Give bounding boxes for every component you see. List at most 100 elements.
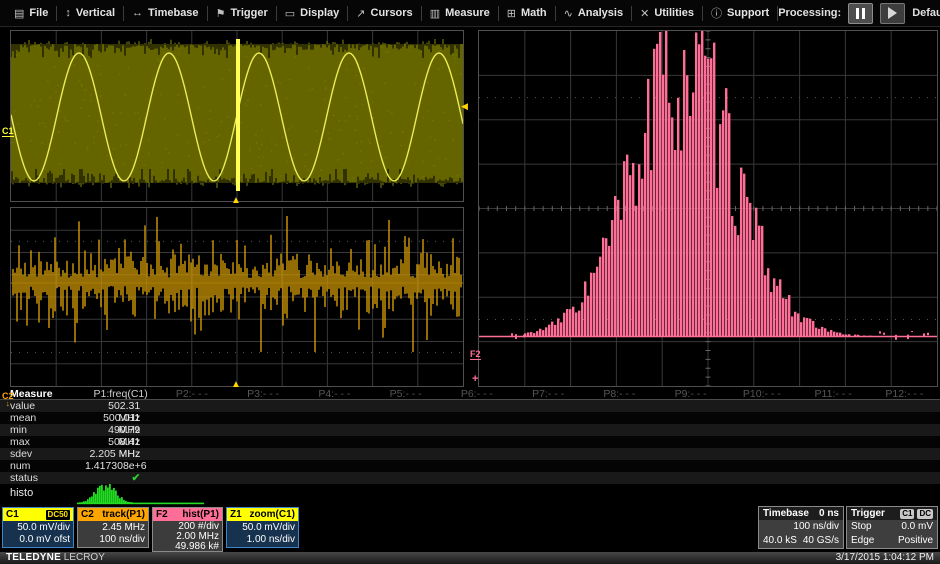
menu-item-label: Display (300, 7, 339, 19)
measure-cell (513, 412, 584, 424)
menu-item-vertical[interactable]: ↕Vertical (57, 0, 123, 27)
measure-column-p7[interactable]: P7:- - - (513, 388, 584, 399)
menu-item-cursors[interactable]: ↗Cursors (348, 0, 420, 27)
measure-column-p6[interactable]: P6:- - - (441, 388, 512, 399)
menu-item-utilities[interactable]: ✕Utilities (632, 0, 702, 27)
measure-cell (869, 424, 940, 436)
c2-offscreen-arrow-icon: ↓ (2, 400, 14, 407)
channel-setting: 50.0 mV/div (230, 522, 295, 534)
channel-box-f2[interactable]: F2hist(P1)200 #/div2.00 MHz49.986 k# (152, 507, 223, 552)
measure-cell (156, 400, 227, 412)
channel-id: Z1 (230, 508, 242, 521)
measure-cell: 500.011 MHz (85, 412, 156, 424)
channel-box-z1[interactable]: Z1zoom(C1)50.0 mV/div1.00 ns/div (226, 507, 299, 548)
channel-box-c2[interactable]: C2track(P1)2.45 MHz100 ns/div (77, 507, 149, 548)
measure-column-p5[interactable]: P5:- - - (370, 388, 441, 399)
trigger-position-marker-bottom[interactable]: ▲ (231, 380, 241, 390)
measure-cell (370, 412, 441, 424)
measure-cell (584, 436, 655, 448)
trigger-position-marker-top[interactable]: ▲ (231, 196, 241, 206)
measure-column-p4[interactable]: P4:- - - (299, 388, 370, 399)
measure-cell (798, 460, 869, 472)
measure-column-p1[interactable]: P1:freq(C1) (85, 388, 156, 399)
measure-row-label: status (0, 472, 85, 484)
measure-cell (299, 400, 370, 412)
measure-column-p10[interactable]: P10:- - - (726, 388, 797, 399)
histo-preview[interactable] (77, 484, 207, 505)
menu-item-file[interactable]: ▤File (6, 0, 56, 27)
measure-cell (655, 436, 726, 448)
measure-column-p2[interactable]: P2:- - - (156, 388, 227, 399)
measure-cell (513, 436, 584, 448)
measure-row-label: mean (0, 412, 85, 424)
measure-column-p9[interactable]: P9:- - - (655, 388, 726, 399)
measure-cell (370, 436, 441, 448)
measure-cell (869, 400, 940, 412)
timebase-offset: 0 ns (819, 507, 839, 520)
channel-function: zoom(C1) (249, 508, 295, 521)
measure-cell (370, 448, 441, 460)
pause-button[interactable] (848, 3, 873, 24)
f2-histogram-panel[interactable] (478, 30, 938, 387)
measure-cell (441, 436, 512, 448)
c2-track-panel[interactable] (10, 207, 464, 387)
measure-column-p8[interactable]: P8:- - - (584, 388, 655, 399)
measure-cell (798, 436, 869, 448)
trigger-box[interactable]: Trigger C1 DC Stop 0.0 mV Edge Positive (846, 506, 938, 549)
measure-row-sdev: sdev2.205 MHz (0, 448, 940, 460)
display-icon: ▭ (285, 7, 295, 20)
c1-level-marker[interactable]: ◀ (461, 101, 468, 111)
measure-column-p12[interactable]: P12:- - - (869, 388, 940, 399)
pause-icon (856, 8, 865, 19)
menu-item-label: Cursors (371, 7, 413, 19)
measure-cell (441, 460, 512, 472)
channel-setting: 49.986 k# (156, 542, 219, 552)
measure-cell (299, 424, 370, 436)
menu-item-support[interactable]: ⓘSupport (703, 0, 777, 27)
menu-item-label: Timebase (148, 7, 199, 19)
measure-cell (156, 424, 227, 436)
menu-item-math[interactable]: ⊞Math (499, 0, 555, 27)
trigger-coupling-badge: DC (917, 509, 933, 519)
f2-origin-marker: + (472, 374, 478, 384)
menu-bar: ▤File↕Vertical↔Timebase⚑Trigger ▭ Display ↗… (0, 0, 940, 27)
menu-item-analysis[interactable]: ∿Analysis (556, 0, 631, 27)
measure-cell (513, 472, 584, 484)
status-bar: TELEDYNE LECROY 3/17/2015 1:04:12 PM (0, 552, 940, 564)
measure-cell (228, 412, 299, 424)
measure-cell (513, 400, 584, 412)
measure-icon: ▥ (430, 7, 440, 20)
timebase-box[interactable]: Timebase 0 ns 100 ns/div 40.0 kS 40 GS/s (758, 506, 844, 549)
measure-cell (798, 400, 869, 412)
measure-column-p11[interactable]: P11:- - - (798, 388, 869, 399)
menu-item-display[interactable]: ▭ Display (277, 0, 348, 27)
measure-cell (156, 472, 227, 484)
c1-waveform-panel[interactable] (10, 30, 464, 202)
c2-trace-label[interactable]: C2 ↓ (2, 393, 14, 407)
measure-cell (655, 400, 726, 412)
menu-item-trigger[interactable]: ⚑Trigger (208, 0, 276, 27)
measure-cell (655, 448, 726, 460)
measure-cell (370, 460, 441, 472)
c1-trace-label[interactable]: C1 (2, 126, 14, 137)
trigger-title: Trigger (851, 507, 885, 520)
play-button[interactable] (880, 3, 905, 24)
measure-cell (228, 424, 299, 436)
measure-cell (655, 460, 726, 472)
measure-row-label: sdev (0, 448, 85, 460)
channel-setting: 2.45 MHz (81, 522, 145, 534)
f2-trace-label[interactable]: F2 (470, 349, 481, 360)
menu-item-measure[interactable]: ▥Measure (422, 0, 498, 27)
channel-id: C1 (6, 508, 19, 521)
menu-item-label: Utilities (654, 7, 694, 19)
measure-cell (441, 424, 512, 436)
measure-cell (584, 460, 655, 472)
menu-item-timebase[interactable]: ↔Timebase (124, 0, 207, 27)
measure-cell (584, 400, 655, 412)
measure-cell (299, 412, 370, 424)
channel-box-c1[interactable]: C1DC5050.0 mV/div0.0 mV ofst (2, 507, 74, 548)
measure-cell (584, 448, 655, 460)
analysis-icon: ∿ (564, 7, 573, 20)
measure-cell (370, 472, 441, 484)
menu-item-label: Vertical (76, 7, 115, 19)
